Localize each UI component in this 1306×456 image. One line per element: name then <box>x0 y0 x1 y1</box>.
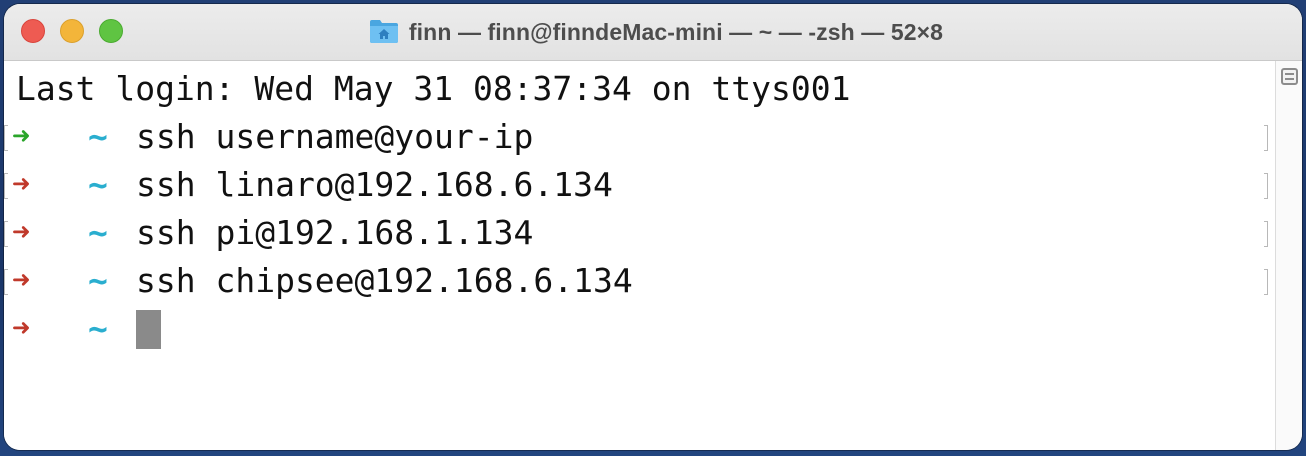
last-login-text: Last login: Wed May 31 08:37:34 on ttys0… <box>16 69 851 108</box>
command-mark-start <box>4 173 8 199</box>
prompt-error-arrow-icon: ➜ <box>12 311 31 346</box>
history-line: ➜ ~ ssh pi@192.168.1.134 <box>4 211 1272 255</box>
command-mark-start <box>4 269 8 295</box>
command-mark-start <box>4 221 8 247</box>
history-line: ➜ ~ ssh username@your-ip <box>4 115 1272 159</box>
history-line: ➜ ~ ssh chipsee@192.168.6.134 <box>4 259 1272 303</box>
home-folder-icon <box>369 20 398 43</box>
last-login-line: Last login: Wed May 31 08:37:34 on ttys0… <box>4 67 1272 111</box>
prompt-error-arrow-icon: ➜ <box>12 263 31 298</box>
window-title: finn — finn@finndeMac-mini — ~ — -zsh — … <box>408 18 944 45</box>
title-bar[interactable]: finn — finn@finndeMac-mini — ~ — -zsh — … <box>4 4 1302 61</box>
terminal-window: finn — finn@finndeMac-mini — ~ — -zsh — … <box>4 4 1302 450</box>
command-text: ssh chipsee@192.168.6.134 <box>136 261 633 300</box>
prompt-directory: ~ <box>88 117 108 156</box>
split-pane-handle-icon[interactable] <box>1281 68 1298 85</box>
prompt-directory: ~ <box>88 309 108 348</box>
history-line: ➜ ~ ssh linaro@192.168.6.134 <box>4 163 1272 207</box>
text-cursor[interactable] <box>136 310 161 349</box>
prompt-directory: ~ <box>88 165 108 204</box>
prompt-success-arrow-icon: ➜ <box>12 119 31 154</box>
command-mark-start <box>4 125 8 151</box>
command-text: ssh username@your-ip <box>136 117 534 156</box>
current-prompt-line[interactable]: ➜ ~ <box>4 307 1272 351</box>
prompt-error-arrow-icon: ➜ <box>12 167 31 202</box>
prompt-directory: ~ <box>88 213 108 252</box>
window-title-group: finn — finn@finndeMac-mini — ~ — -zsh — … <box>4 4 1302 60</box>
prompt-directory: ~ <box>88 261 108 300</box>
vertical-scrollbar[interactable] <box>1275 61 1302 450</box>
command-text: ssh linaro@192.168.6.134 <box>136 165 613 204</box>
command-mark-end <box>1264 125 1268 151</box>
command-text: ssh pi@192.168.1.134 <box>136 213 534 252</box>
prompt-error-arrow-icon: ➜ <box>12 215 31 250</box>
terminal-content[interactable]: Last login: Wed May 31 08:37:34 on ttys0… <box>4 61 1272 450</box>
command-mark-end <box>1264 173 1268 199</box>
command-mark-end <box>1264 221 1268 247</box>
command-mark-end <box>1264 269 1268 295</box>
